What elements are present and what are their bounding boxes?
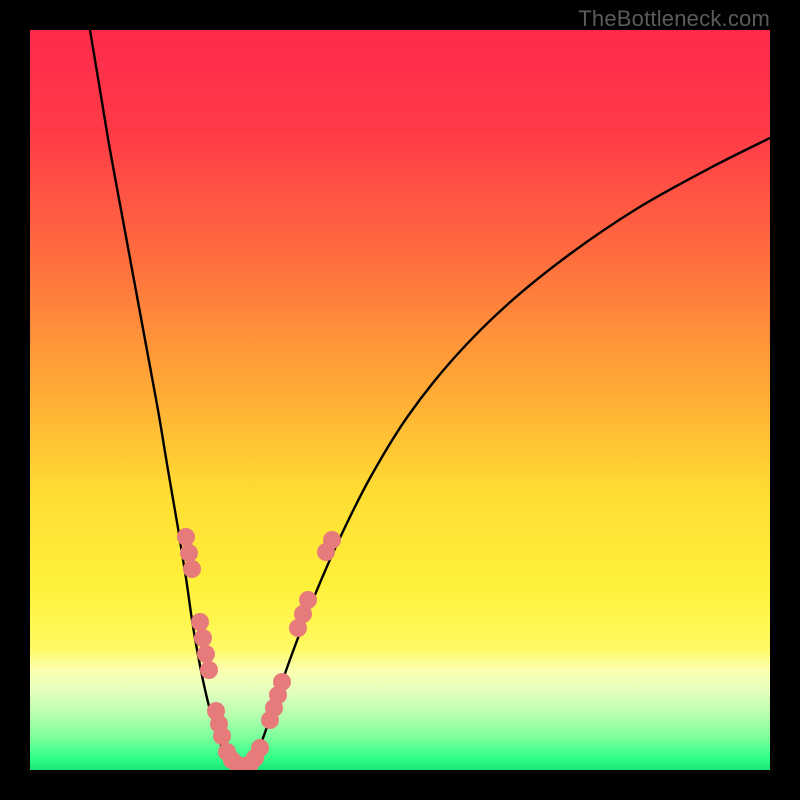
- highlight-marker: [323, 531, 341, 549]
- highlight-marker: [180, 544, 198, 562]
- plot-area: [30, 30, 770, 770]
- highlight-marker: [200, 661, 218, 679]
- highlight-marker: [213, 727, 231, 745]
- chart-curves: [30, 30, 770, 770]
- highlight-marker: [177, 528, 195, 546]
- highlight-marker: [273, 673, 291, 691]
- highlight-marker: [299, 591, 317, 609]
- highlight-markers: [177, 528, 341, 770]
- highlight-marker: [194, 629, 212, 647]
- highlight-marker: [191, 613, 209, 631]
- chart-frame: TheBottleneck.com: [0, 0, 800, 800]
- highlight-marker: [251, 739, 269, 757]
- right-branch-curve: [254, 138, 770, 760]
- highlight-marker: [197, 645, 215, 663]
- highlight-marker: [183, 560, 201, 578]
- watermark-text: TheBottleneck.com: [578, 6, 770, 32]
